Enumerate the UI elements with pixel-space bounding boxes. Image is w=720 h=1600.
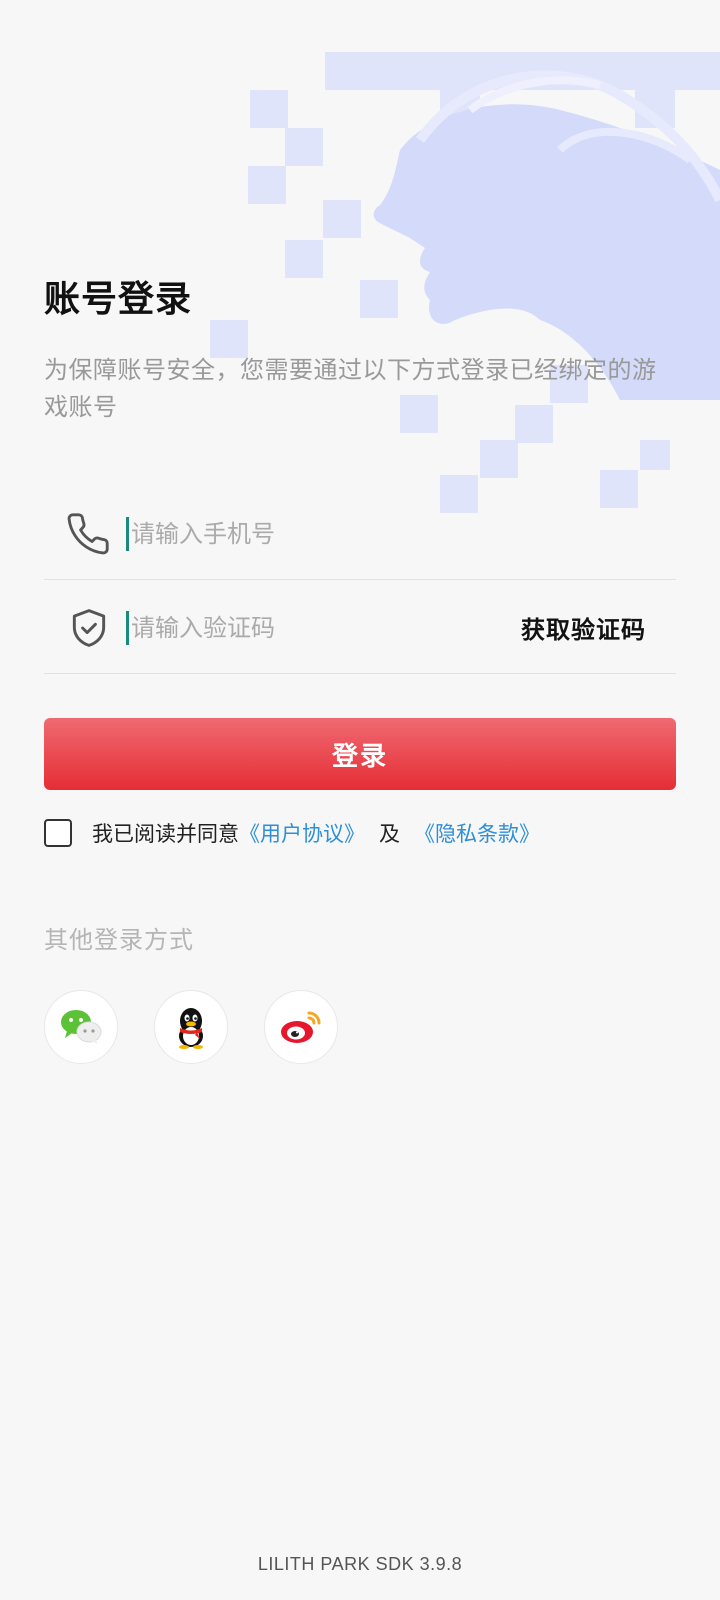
shield-check-icon (64, 603, 114, 653)
get-code-button[interactable]: 获取验证码 (521, 610, 646, 645)
phone-field (44, 488, 676, 580)
phone-input[interactable] (131, 513, 676, 554)
social-login-list (44, 990, 374, 1064)
login-button[interactable]: 登录 (44, 718, 676, 790)
text-cursor (126, 516, 129, 551)
qq-icon (179, 1008, 203, 1049)
verification-code-input[interactable] (131, 607, 521, 648)
agreement-row: 我已阅读并同意 《用户协议》 及 《隐私条款》 (44, 818, 540, 848)
weibo-login-button[interactable] (264, 990, 338, 1064)
text-cursor (126, 610, 129, 645)
other-login-label: 其他登录方式 (44, 926, 194, 954)
login-page: 账号登录 为保障账号安全，您需要通过以下方式登录已经绑定的游戏账号 获取验证码 … (0, 0, 720, 1600)
wechat-login-button[interactable] (44, 990, 118, 1064)
wechat-icon (61, 1010, 102, 1044)
agreement-prefix: 我已阅读并同意 (92, 822, 239, 846)
page-title: 账号登录 (44, 279, 193, 320)
sdk-version: LILITH PARK SDK 3.9.8 (257, 1554, 463, 1574)
privacy-policy-link[interactable]: 《隐私条款》 (414, 818, 540, 848)
agreement-conjunction: 及 (379, 822, 400, 846)
agreement-checkbox[interactable] (44, 819, 72, 847)
page-subtitle: 为保障账号安全，您需要通过以下方式登录已经绑定的游戏账号 (44, 356, 657, 421)
weibo-icon (281, 1011, 321, 1043)
verification-code-field: 获取验证码 (44, 582, 676, 674)
qq-login-button[interactable] (154, 990, 228, 1064)
user-agreement-link[interactable]: 《用户协议》 (239, 818, 365, 848)
phone-icon (64, 509, 114, 559)
